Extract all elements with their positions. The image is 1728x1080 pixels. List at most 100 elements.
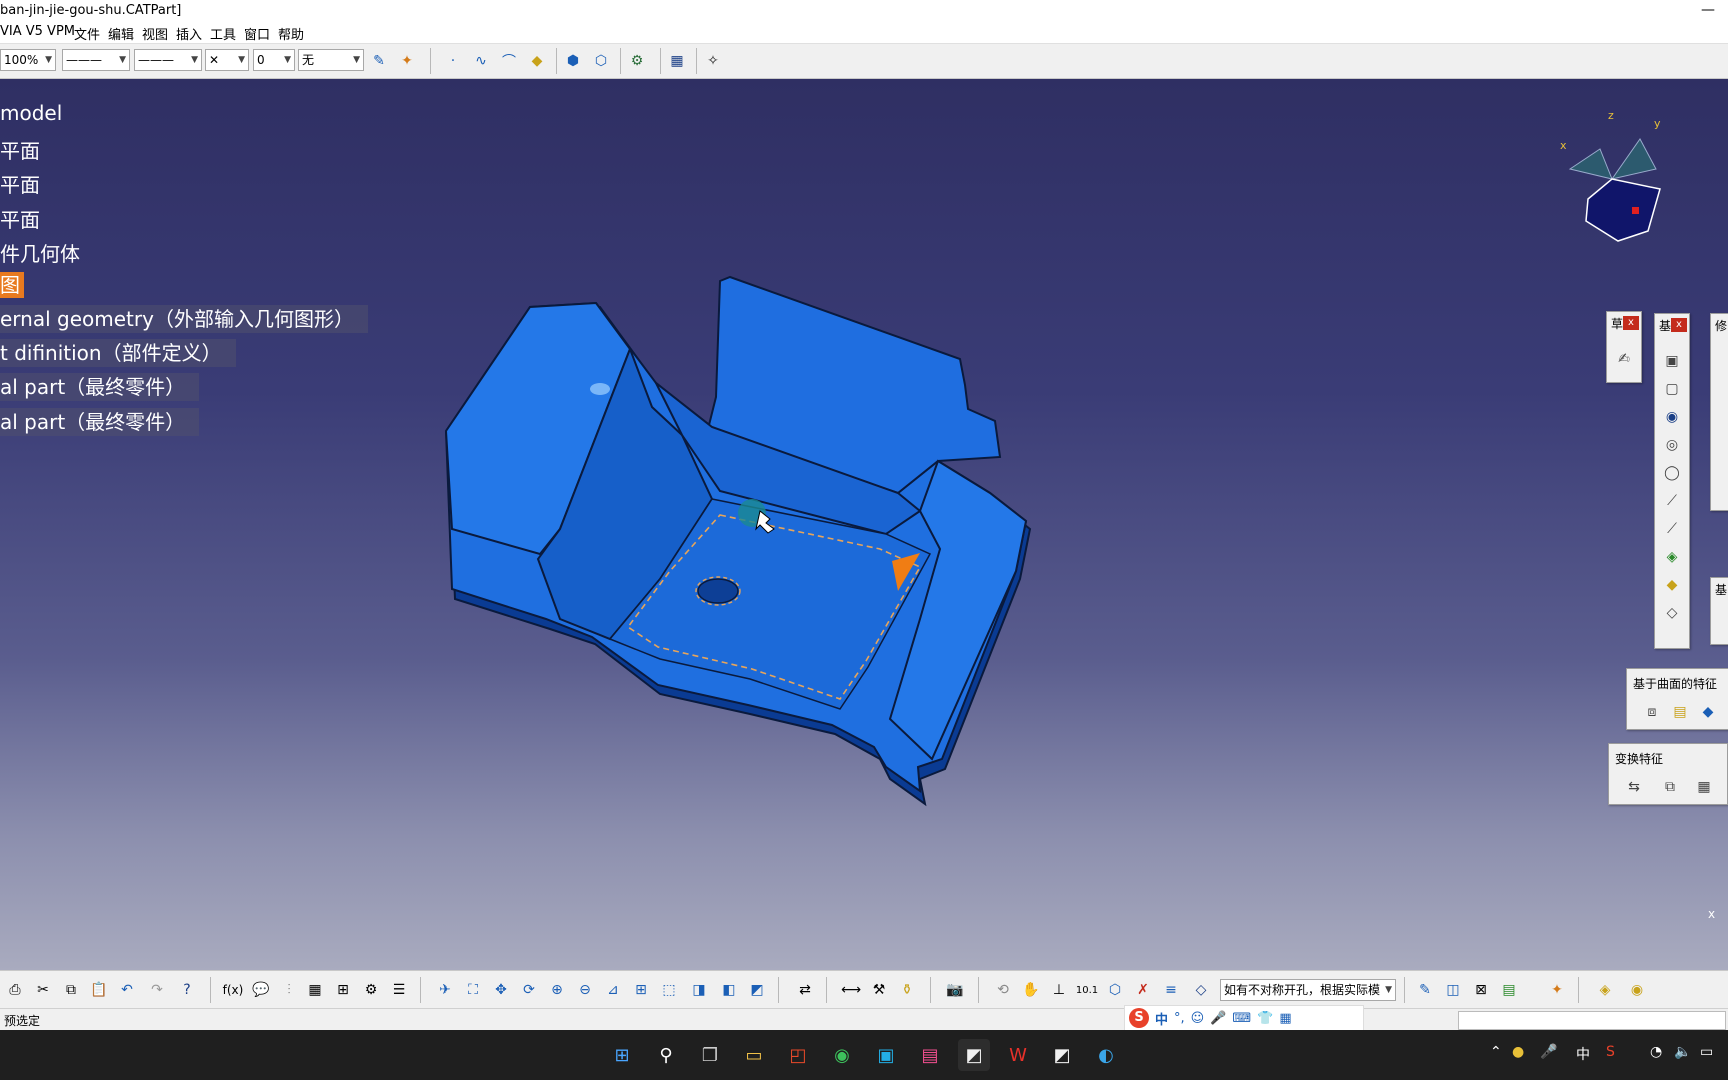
measure-inertia-icon[interactable]: ⚱: [896, 979, 918, 1001]
body-icon[interactable]: ⬡: [1104, 979, 1126, 1001]
tray-ime-icon[interactable]: S: [1606, 1044, 1615, 1060]
iso-view-icon[interactable]: ⬚: [658, 979, 680, 1001]
close-surface-icon[interactable]: ◆: [1697, 701, 1719, 723]
spline-icon[interactable]: ∿: [470, 50, 492, 72]
thick-surface-icon[interactable]: ▤: [1669, 701, 1691, 723]
windows-start-icon[interactable]: ⊞: [606, 1039, 638, 1071]
sketch-icon[interactable]: ⬢: [562, 50, 584, 72]
paste-icon[interactable]: 📋: [88, 979, 110, 1001]
hand-icon[interactable]: ✋: [1020, 979, 1042, 1001]
painter-icon[interactable]: ✦: [396, 50, 418, 72]
tree-node-final-part-2[interactable]: al part（最终零件）: [0, 408, 200, 436]
stamp-icon[interactable]: ▤: [1498, 979, 1520, 1001]
office-icon[interactable]: ◰: [782, 1039, 814, 1071]
pan-icon[interactable]: ✥: [490, 979, 512, 1001]
edge-icon[interactable]: ◐: [1090, 1039, 1122, 1071]
list-icon[interactable]: ≡: [1160, 979, 1182, 1001]
menu-view[interactable]: 视图: [142, 24, 168, 43]
tree-node-plane-2[interactable]: 平面: [0, 169, 40, 198]
tree-node-model[interactable]: model: [0, 101, 62, 125]
sheet-metal-part[interactable]: [420, 199, 1160, 859]
tree-node-body[interactable]: 件几何体: [0, 238, 80, 267]
snap-icon[interactable]: ✧: [702, 50, 724, 72]
groove-icon[interactable]: ◎: [1661, 434, 1683, 456]
pattern-icon[interactable]: ▦: [1693, 776, 1715, 798]
paint-brush-icon[interactable]: ✎: [368, 50, 390, 72]
catalog-icon[interactable]: ⊞: [332, 979, 354, 1001]
workbench-icon[interactable]: ⚙: [626, 50, 648, 72]
search-icon[interactable]: ⚲: [650, 1039, 682, 1071]
tree-node-selected[interactable]: 图: [0, 272, 24, 298]
fit-all-icon[interactable]: ⛶: [462, 979, 484, 1001]
catia-taskbar-icon[interactable]: ◩: [958, 1039, 990, 1071]
wifi-icon[interactable]: ◔: [1650, 1044, 1662, 1060]
comment-icon[interactable]: 💬: [250, 979, 272, 1001]
part-design-icon[interactable]: ⚙: [360, 979, 382, 1001]
rotate-icon[interactable]: ⟳: [518, 979, 540, 1001]
menu-window[interactable]: 窗口: [244, 24, 270, 43]
sogou-ime-icon[interactable]: S: [1129, 1008, 1149, 1028]
unfold-icon[interactable]: ✦: [1546, 979, 1568, 1001]
3d-viewport[interactable]: model 平面 平面 平面 件几何体 图 ernal geometry（外部输…: [0, 79, 1728, 970]
redo-icon[interactable]: ↷: [146, 979, 168, 1001]
tree-node-external-geometry[interactable]: ernal geometry（外部输入几何图形）: [0, 305, 368, 333]
search-combo[interactable]: 如有不对称开孔，根据实际模 ▼: [1220, 979, 1396, 1001]
layer-select[interactable]: 0 ▼: [253, 49, 295, 71]
shading-icon[interactable]: ◨: [688, 979, 710, 1001]
hole-icon[interactable]: ◯: [1661, 462, 1683, 484]
tree-node-final-part-1[interactable]: al part（最终零件）: [0, 373, 200, 401]
skin-icon[interactable]: 👕: [1257, 1011, 1273, 1026]
formula-icon[interactable]: f(x): [222, 979, 244, 1001]
mirror-icon[interactable]: ⧉: [1659, 776, 1681, 798]
point-icon[interactable]: ·: [442, 50, 464, 72]
rib-icon[interactable]: ⟋: [1661, 490, 1683, 512]
scan-icon[interactable]: ⇄: [794, 979, 816, 1001]
assembly-icon[interactable]: ◉: [1626, 979, 1648, 1001]
solid-combine-icon[interactable]: ◈: [1661, 546, 1683, 568]
cut-icon[interactable]: ✂: [32, 979, 54, 1001]
menu-file[interactable]: 文件: [74, 24, 100, 43]
pad-icon[interactable]: ▣: [1661, 350, 1683, 372]
volume-icon[interactable]: 🔈: [1674, 1044, 1691, 1060]
wps-icon[interactable]: W: [1002, 1039, 1034, 1071]
capture-icon[interactable]: 📷: [944, 979, 966, 1001]
whats-this-icon[interactable]: ?: [176, 979, 198, 1001]
removed-section-icon[interactable]: ◇: [1661, 602, 1683, 624]
multi-view-icon[interactable]: ⊞: [630, 979, 652, 1001]
surface-icon[interactable]: ◆: [526, 50, 548, 72]
measure-between-icon[interactable]: ⟷: [840, 979, 862, 1001]
tree-node-part-definition[interactable]: t difinition（部件定义）: [0, 339, 236, 367]
toolbox-icon[interactable]: ▦: [1279, 1011, 1291, 1026]
multi-section-icon[interactable]: ◆: [1661, 574, 1683, 596]
slot-icon[interactable]: ⟋: [1661, 518, 1683, 540]
render-style-select[interactable]: 无 ▼: [298, 49, 364, 71]
tree-node-plane-3[interactable]: 平面: [0, 204, 40, 233]
tag-icon[interactable]: ◇: [1190, 979, 1212, 1001]
axis-system-icon[interactable]: ⊥: [1048, 979, 1070, 1001]
battery-icon[interactable]: ▭: [1700, 1044, 1713, 1060]
menu-edit[interactable]: 编辑: [108, 24, 134, 43]
pocket-icon[interactable]: ▢: [1661, 378, 1683, 400]
update-icon[interactable]: ⟲: [992, 979, 1014, 1001]
ime-punct[interactable]: °,: [1174, 1011, 1185, 1026]
menu-help[interactable]: 帮助: [278, 24, 304, 43]
grid-icon[interactable]: ▦: [666, 50, 688, 72]
ime-lang[interactable]: 中: [1155, 1009, 1168, 1028]
file-explorer-icon[interactable]: ▭: [738, 1039, 770, 1071]
line-weight-select[interactable]: ——— ▼: [134, 49, 202, 71]
close-icon[interactable]: x: [1623, 316, 1639, 330]
wall-icon[interactable]: ◫: [1442, 979, 1464, 1001]
undo-icon[interactable]: ↶: [116, 979, 138, 1001]
swap-space-icon[interactable]: ◩: [746, 979, 768, 1001]
split-icon[interactable]: ⧈: [1641, 701, 1663, 723]
tree-node-plane-1[interactable]: 平面: [0, 135, 40, 164]
task-view-icon[interactable]: ❐: [694, 1039, 726, 1071]
tray-mic-icon[interactable]: 🎤: [1540, 1044, 1557, 1060]
product-icon[interactable]: ◈: [1594, 979, 1616, 1001]
tray-chevron-icon[interactable]: ⌃: [1490, 1044, 1502, 1060]
bilibili-icon[interactable]: ▣: [870, 1039, 902, 1071]
menu-tools[interactable]: 工具: [210, 24, 236, 43]
sketch-tool-icon[interactable]: ✍: [1613, 348, 1635, 370]
zoom-in-icon[interactable]: ⊕: [546, 979, 568, 1001]
keyboard-icon[interactable]: ⌨: [1232, 1011, 1251, 1026]
